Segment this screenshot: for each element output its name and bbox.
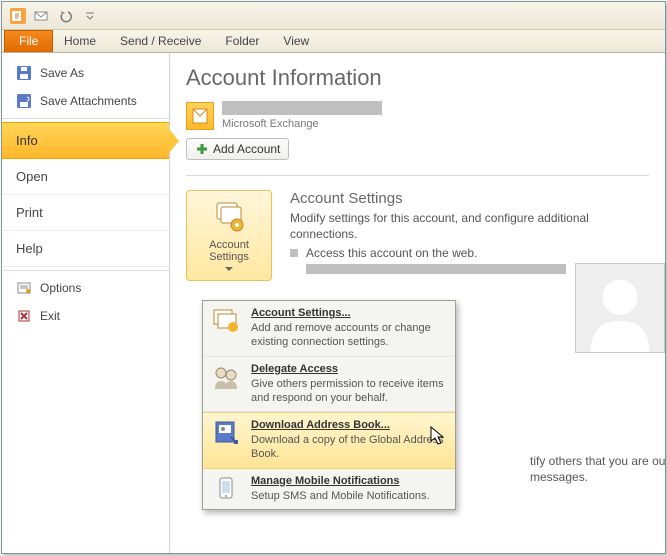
nav-save-as[interactable]: Save As xyxy=(2,59,169,87)
nav-save-attachments[interactable]: Save Attachments xyxy=(2,87,169,115)
nav-options[interactable]: Options xyxy=(2,274,169,302)
account-settings-button[interactable]: Account Settings xyxy=(186,190,272,281)
ribbon-tabs: Home Send / Receive Folder View xyxy=(2,30,665,53)
page-title: Account Information xyxy=(186,65,649,91)
nav-save-as-label: Save As xyxy=(40,66,84,80)
backstage-nav: Save As Save Attachments Info Open Print… xyxy=(2,53,170,553)
account-type: Microsoft Exchange xyxy=(222,118,649,130)
nav-exit[interactable]: Exit xyxy=(2,302,169,330)
chevron-down-icon xyxy=(225,267,233,272)
tab-folder[interactable]: Folder xyxy=(225,34,259,48)
dd-account-settings[interactable]: Account Settings...Add and remove accoun… xyxy=(203,301,455,357)
nav-save-att-label: Save Attachments xyxy=(40,94,137,108)
undo-icon[interactable] xyxy=(56,6,76,26)
nav-help[interactable]: Help xyxy=(2,231,169,267)
nav-open[interactable]: Open xyxy=(2,159,169,195)
mouse-cursor xyxy=(430,426,448,448)
section-out-of-office-partial: of Office) tify others that you are out … xyxy=(470,433,665,485)
nav-print[interactable]: Print xyxy=(2,195,169,231)
account-name-redacted xyxy=(222,101,382,115)
tab-send-receive[interactable]: Send / Receive xyxy=(120,34,201,48)
tab-view[interactable]: View xyxy=(283,34,309,48)
contact-photo xyxy=(575,263,665,353)
plus-icon xyxy=(195,142,209,156)
bullet-icon xyxy=(290,249,298,257)
dd-delegate-access[interactable]: Delegate AccessGive others permission to… xyxy=(203,357,455,413)
settings-desc: Modify settings for this account, and co… xyxy=(290,210,649,242)
nav-info[interactable]: Info xyxy=(2,122,169,159)
dd-manage-mobile[interactable]: Manage Mobile NotificationsSetup SMS and… xyxy=(203,469,455,509)
title-bar xyxy=(2,2,665,30)
app-icon[interactable] xyxy=(8,6,28,26)
add-account-button[interactable]: Add Account xyxy=(186,138,289,160)
settings-title: Account Settings xyxy=(290,190,649,207)
dd-download-address-book[interactable]: Download Address Book...Download a copy … xyxy=(203,412,455,469)
account-header: Microsoft Exchange xyxy=(186,101,649,130)
tab-home[interactable]: Home xyxy=(64,34,96,48)
file-tab[interactable]: File xyxy=(4,30,53,52)
url-redacted xyxy=(306,264,566,274)
account-settings-dropdown: Account Settings...Add and remove accoun… xyxy=(202,300,456,510)
qat-customize-icon[interactable] xyxy=(80,6,100,26)
send-receive-icon[interactable] xyxy=(32,6,52,26)
settings-stack-icon xyxy=(211,199,247,235)
exchange-icon xyxy=(186,102,214,130)
nav-options-label: Options xyxy=(40,281,81,295)
nav-exit-label: Exit xyxy=(40,309,60,323)
settings-link[interactable]: Access this account on the web. xyxy=(290,246,649,260)
